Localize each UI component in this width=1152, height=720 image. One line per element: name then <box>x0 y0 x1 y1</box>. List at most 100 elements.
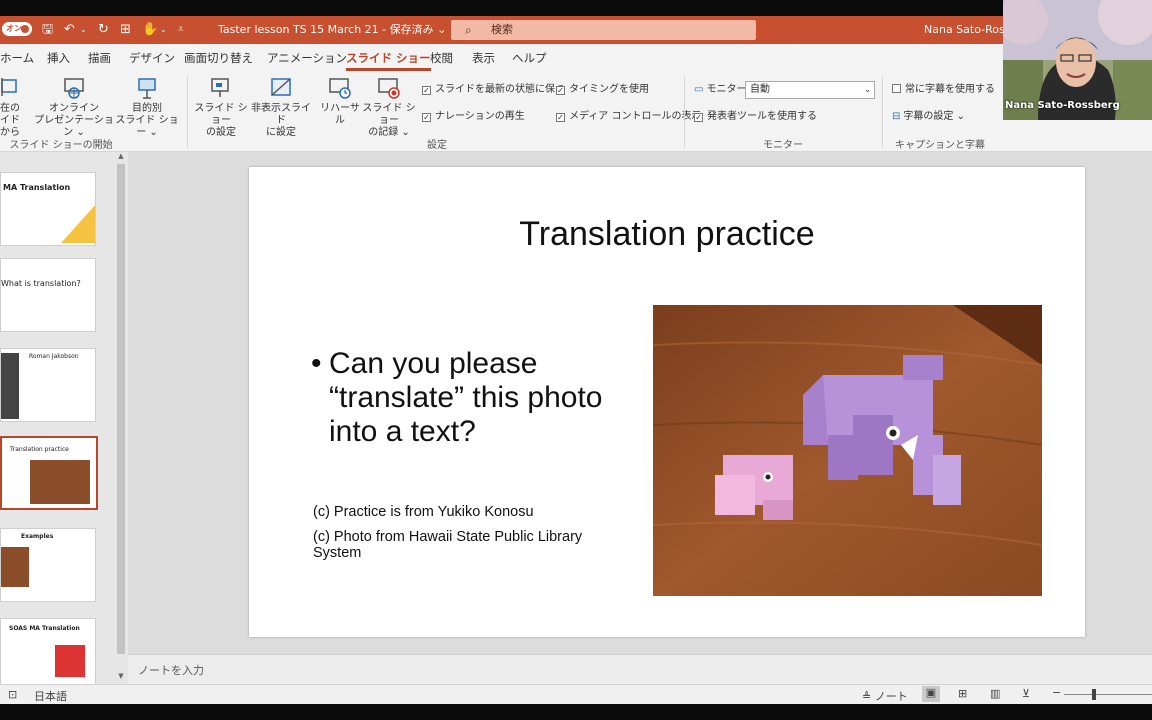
chevron-down-icon: ⌄ <box>864 85 871 94</box>
slide-photo-lego-elephants[interactable] <box>653 305 1042 596</box>
current-slide[interactable]: Translation practice • Can you please “t… <box>249 167 1085 637</box>
group-label-start: スライド ショーの開始 <box>9 140 113 151</box>
zoom-out-icon[interactable]: − <box>1052 686 1061 699</box>
monitor-select[interactable]: 自動 ⌄ <box>745 81 875 99</box>
slide-thumbnail-5[interactable]: Examples <box>0 528 96 602</box>
caption-icon: ⊟ <box>892 111 901 122</box>
search-box[interactable]: ⌕ 検索 <box>451 20 756 40</box>
keep-updated-checkbox[interactable]: ✓ スライドを最新の状態に保つ <box>422 83 565 97</box>
redo-icon[interactable]: ↻ <box>98 21 109 39</box>
tab-insert[interactable]: 挿入 <box>47 50 70 66</box>
slideshow-start-icon[interactable]: ⊞ <box>120 21 131 39</box>
tab-draw[interactable]: 描画 <box>88 50 111 66</box>
scrollbar-thumb[interactable] <box>117 164 125 654</box>
slide-thumbnail-1[interactable]: MA Translation <box>0 172 96 246</box>
group-label-captions: キャプションと字幕 <box>895 140 985 151</box>
tab-transitions[interactable]: 画面切り替え <box>184 50 253 66</box>
webcam-name-label: Nana Sato-Rossberg <box>1005 100 1120 111</box>
record-icon <box>378 78 400 99</box>
credit-practice[interactable]: (c) Practice is from Yukiko Konosu <box>313 504 633 520</box>
use-timings-checkbox[interactable]: ✓ タイミングを使用 <box>556 83 649 97</box>
tab-help[interactable]: ヘルプ <box>512 50 547 66</box>
undo-dropdown-icon[interactable]: ⌄ <box>80 21 87 39</box>
slideshow-current-icon <box>1 78 17 96</box>
autosave-toggle[interactable]: オン <box>2 22 32 36</box>
checkbox-checked-icon: ✓ <box>694 113 703 122</box>
thumbnail-photo-image <box>30 460 90 504</box>
scroll-down-icon[interactable]: ▼ <box>116 672 126 680</box>
lego-elephant-photo <box>653 305 1042 596</box>
tab-slideshow[interactable]: スライド ショー <box>346 50 431 71</box>
tab-design[interactable]: デザイン <box>129 50 175 66</box>
thumbnail-book-image <box>55 645 85 677</box>
checkbox-checked-icon: ✓ <box>422 113 431 122</box>
undo-icon[interactable]: ↶ <box>64 21 75 39</box>
title-bar: オン 🖫 ↶ ⌄ ↻ ⊞ ✋ ⌄ ⩡ Taster lesson TS 15 M… <box>0 16 1152 44</box>
thumbnail-decoration-icon <box>61 205 95 243</box>
rehearse-timings-button[interactable]: リハーサル <box>318 76 362 127</box>
top-black-bar <box>0 0 1152 16</box>
accessibility-icon[interactable]: ⊡ <box>8 688 17 701</box>
language-indicator[interactable]: 日本語 <box>34 688 67 704</box>
tab-review[interactable]: 校閲 <box>430 50 453 66</box>
hide-slide-button[interactable]: 非表示スライド に設定 <box>250 76 312 139</box>
caption-settings-button[interactable]: ⊟ 字幕の設定 ⌄ <box>892 110 965 124</box>
show-media-controls-checkbox[interactable]: ✓ メディア コントロールの表示 <box>556 110 701 124</box>
from-current-slide-button[interactable]: 在の イドから <box>0 76 28 139</box>
tab-animations[interactable]: アニメーション <box>267 50 347 66</box>
checkbox-checked-icon: ✓ <box>556 113 565 122</box>
slide-thumbnail-2[interactable]: What is translation? <box>0 258 96 332</box>
ribbon: 在の イドから オンライン プレゼンテーション ⌄ 目的別 スライド ショー ⌄… <box>0 72 1152 152</box>
touch-dropdown-icon[interactable]: ⌄ <box>160 21 167 39</box>
notes-icon: ≜ <box>862 690 872 703</box>
zoom-slider[interactable] <box>1064 694 1152 695</box>
checkbox-checked-icon: ✓ <box>422 86 431 95</box>
search-icon: ⌕ <box>465 23 472 37</box>
save-icon[interactable]: 🖫 <box>42 21 53 39</box>
webcam-overlay: Nana Sato-Rossberg <box>1003 0 1152 120</box>
presenter-view-checkbox[interactable]: ✓ 発表者ツールを使用する <box>694 110 817 124</box>
bullet-icon: • <box>311 347 322 380</box>
slide-thumbnail-pane: MA Translation What is translation? Roma… <box>0 152 128 692</box>
search-placeholder: 検索 <box>491 23 513 36</box>
tab-view[interactable]: 表示 <box>472 50 495 66</box>
reading-view-icon[interactable]: ▥ <box>990 687 1000 700</box>
slide-thumbnail-6[interactable]: SOAS MA Translation <box>0 618 96 692</box>
setup-slideshow-icon <box>211 78 229 97</box>
online-presentation-button[interactable]: オンライン プレゼンテーション ⌄ <box>34 76 114 139</box>
custom-slideshow-button[interactable]: 目的別 スライド ショー ⌄ <box>112 76 182 139</box>
zoom-slider-thumb[interactable] <box>1092 689 1096 700</box>
document-title[interactable]: Taster lesson TS 15 March 21 - 保存済み ⌄ <box>218 22 446 38</box>
setup-slideshow-button[interactable]: スライド ショー の設定 <box>192 76 250 139</box>
thumbnail-portrait-image <box>1 353 19 419</box>
notes-pane[interactable]: ノートを入力 <box>128 654 1152 684</box>
slide-thumbnail-4[interactable]: Translation practice <box>0 436 98 510</box>
checkbox-unchecked-icon <box>892 84 901 93</box>
ribbon-separator <box>684 76 685 148</box>
customize-qat-icon[interactable]: ⩡ <box>178 21 184 39</box>
hide-slide-icon <box>271 78 291 96</box>
play-narrations-checkbox[interactable]: ✓ ナレーションの再生 <box>422 110 525 124</box>
slide-thumbnail-3[interactable]: Roman Jakobson <box>0 348 96 422</box>
credit-photo[interactable]: (c) Photo from Hawaii State Public Libra… <box>313 529 633 561</box>
bottom-black-bar <box>0 704 1152 720</box>
notes-button[interactable]: ≜ ノート <box>862 688 908 704</box>
slide-title[interactable]: Translation practice <box>249 215 1085 254</box>
record-slideshow-button[interactable]: スライド ショー の記録 ⌄ <box>360 76 418 139</box>
scroll-up-icon[interactable]: ▲ <box>116 152 126 160</box>
status-bar: ⊡ 日本語 ≜ ノート ▣ ⊞ ▥ ⊻ − <box>0 684 1152 704</box>
thumbnail-scrollbar[interactable]: ▲ ▼ <box>116 152 126 682</box>
always-captions-checkbox[interactable]: 常に字幕を使用する <box>892 83 995 97</box>
tab-home[interactable]: ホーム <box>0 50 34 66</box>
powerpoint-window: オン 🖫 ↶ ⌄ ↻ ⊞ ✋ ⌄ ⩡ Taster lesson TS 15 M… <box>0 0 1152 720</box>
slide-editing-area: Translation practice • Can you please “t… <box>128 152 1152 654</box>
online-presentation-icon <box>64 78 84 99</box>
touch-mode-icon[interactable]: ✋ <box>142 21 158 39</box>
slide-sorter-icon[interactable]: ⊞ <box>958 687 967 700</box>
custom-slideshow-icon <box>138 78 156 99</box>
normal-view-icon[interactable]: ▣ <box>922 686 940 702</box>
thumbnail-photo-image <box>1 547 29 587</box>
ribbon-separator <box>882 76 883 148</box>
slideshow-view-icon[interactable]: ⊻ <box>1022 687 1030 700</box>
group-label-setup: 設定 <box>427 140 447 151</box>
